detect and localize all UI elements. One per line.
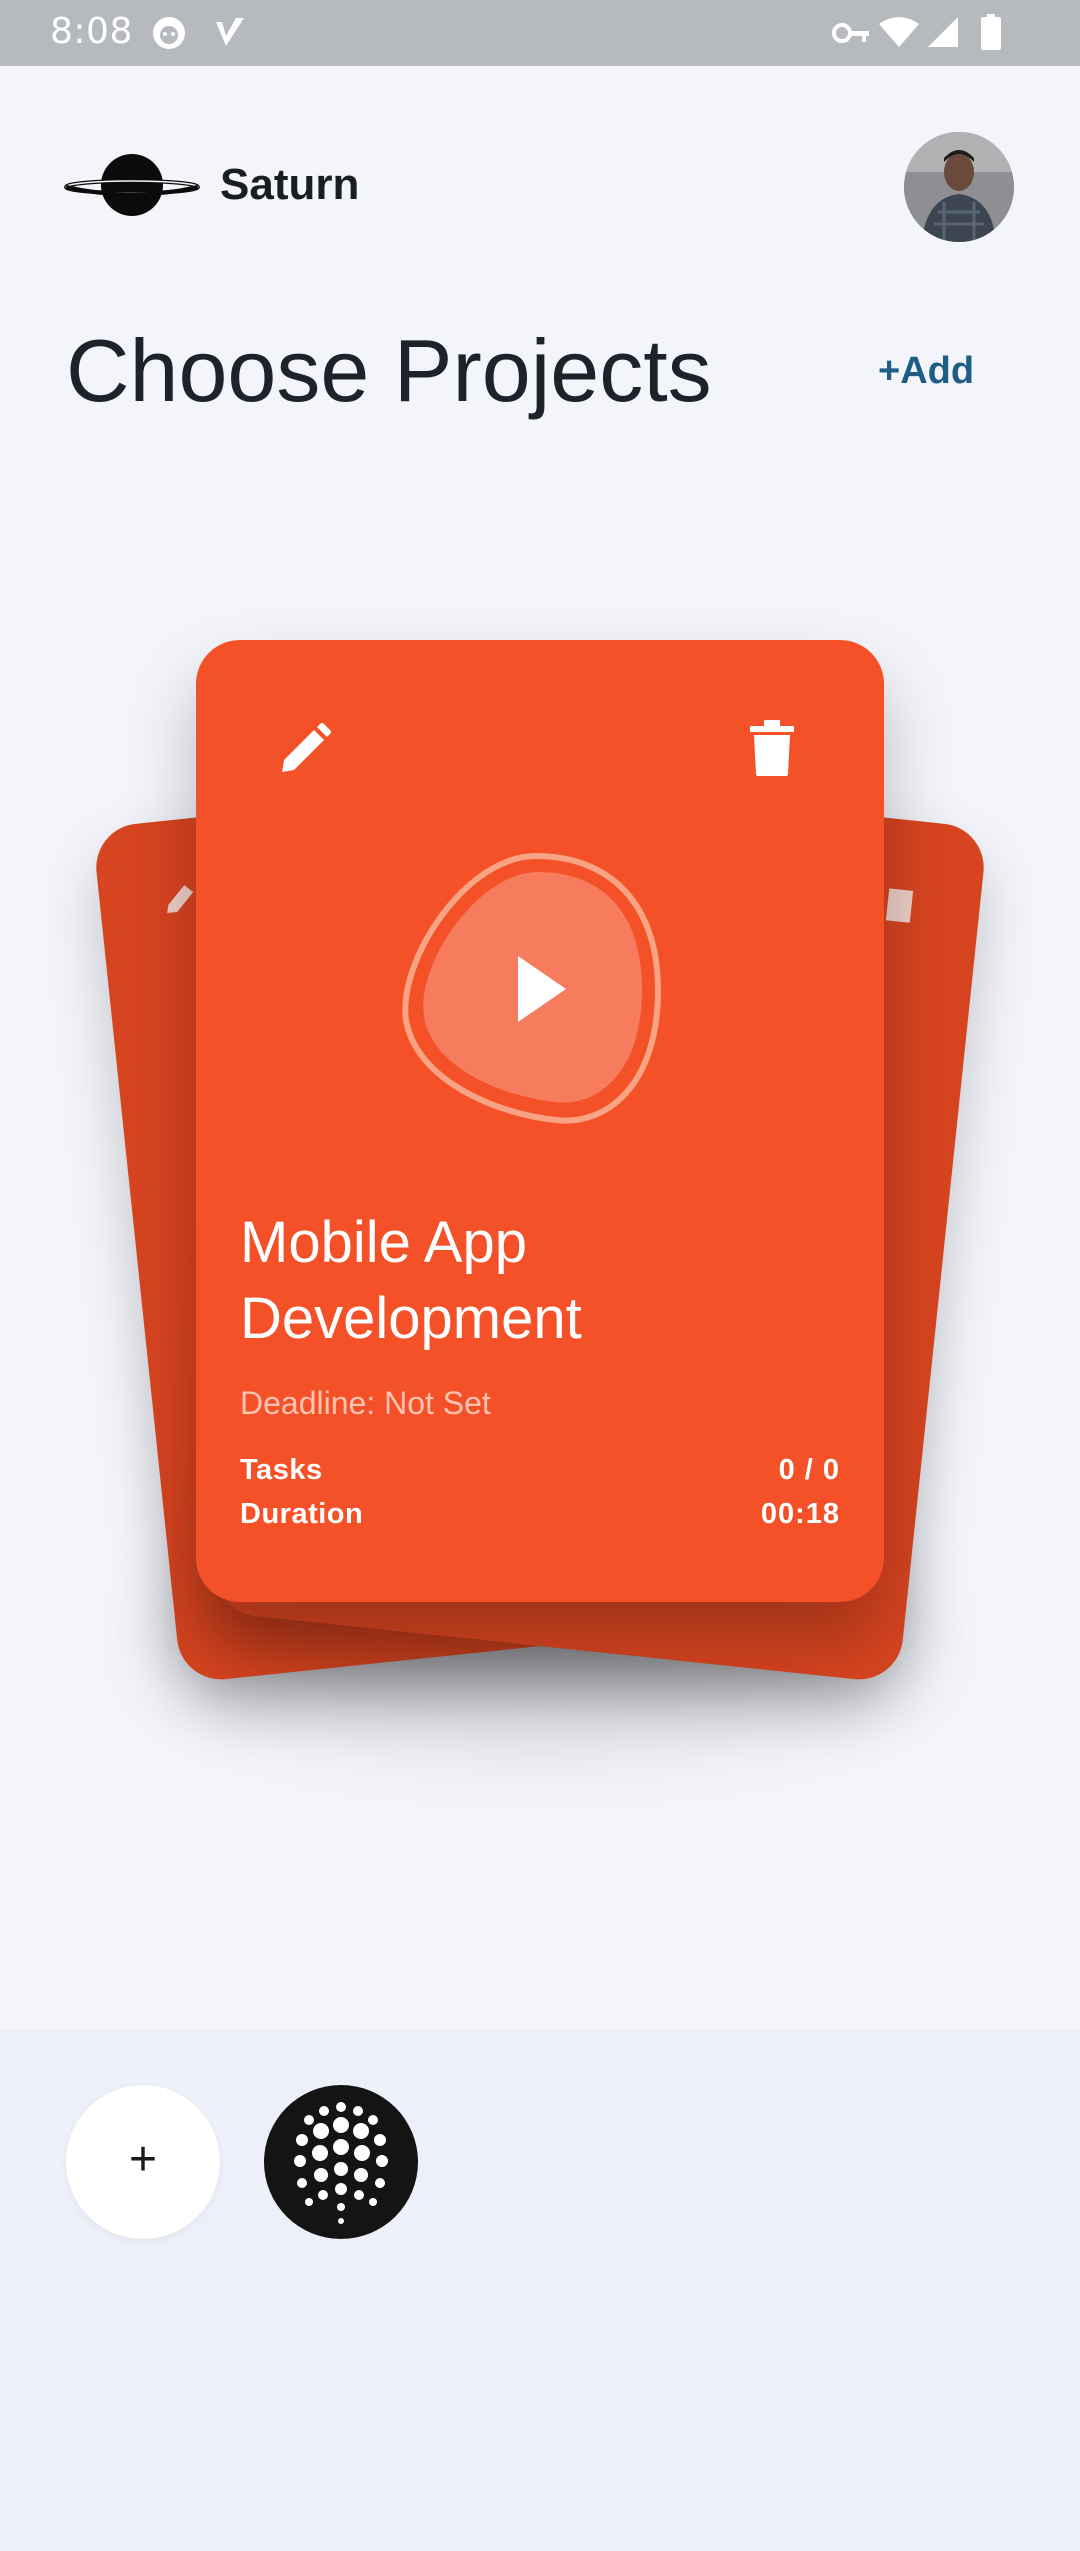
tasks-label: Tasks [240, 1454, 323, 1486]
app-name: Saturn [220, 160, 360, 209]
signal-icon [926, 16, 960, 53]
battery-icon [980, 14, 1002, 55]
project-card[interactable]: Mobile App Development Deadline: Not Set… [196, 640, 884, 1602]
status-bar: 8:08 [0, 0, 1080, 66]
page-title: Choose Projects [66, 321, 712, 420]
duration-value: 00:18 [760, 1498, 840, 1530]
saturn-planet-icon [64, 150, 200, 225]
cat-icon [150, 14, 188, 57]
project-title: Mobile App Development [240, 1210, 582, 1351]
vpn-key-icon [832, 20, 872, 51]
add-project-button[interactable]: +Add [878, 350, 974, 393]
trash-icon[interactable] [750, 720, 794, 781]
status-time: 8:08 [50, 11, 133, 52]
user-avatar[interactable] [904, 132, 1014, 242]
pencil-icon[interactable] [276, 722, 332, 783]
wifi-icon [878, 16, 920, 53]
v-icon [212, 14, 248, 57]
add-button[interactable]: + [66, 2085, 220, 2239]
duration-label: Duration [240, 1498, 364, 1530]
play-button[interactable] [396, 850, 666, 1130]
project-deadline: Deadline: Not Set [240, 1385, 491, 1421]
tasks-value: 0 / 0 [778, 1454, 840, 1486]
dotted-sphere-icon[interactable] [264, 2085, 418, 2239]
